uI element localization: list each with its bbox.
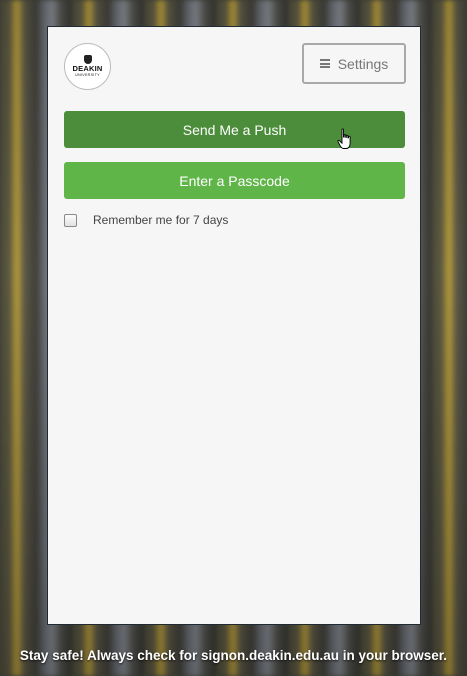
logo-subtitle: UNIVERSITY <box>75 73 100 77</box>
send-push-button[interactable]: Send Me a Push <box>64 111 405 149</box>
hand-cursor-icon <box>337 128 351 149</box>
remember-me-checkbox[interactable] <box>64 213 77 227</box>
hamburger-menu-icon <box>319 59 330 68</box>
crest-icon <box>83 55 92 64</box>
logo-name: DEAKIN <box>72 64 103 73</box>
settings-label: Settings <box>337 55 389 72</box>
enter-passcode-button[interactable]: Enter a Passcode <box>64 162 405 199</box>
deakin-logo: DEAKIN UNIVERSITY <box>64 43 111 90</box>
send-push-label: Send Me a Push <box>182 121 287 138</box>
remember-me-row: Remember me for 7 days <box>64 213 228 227</box>
enter-passcode-label: Enter a Passcode <box>179 172 290 189</box>
safety-message: Stay safe! Always check for signon.deaki… <box>19 648 448 663</box>
auth-card: DEAKIN UNIVERSITY Settings Send Me a Pus… <box>47 26 421 625</box>
settings-button[interactable]: Settings <box>302 43 406 84</box>
remember-me-label: Remember me for 7 days <box>93 213 229 227</box>
